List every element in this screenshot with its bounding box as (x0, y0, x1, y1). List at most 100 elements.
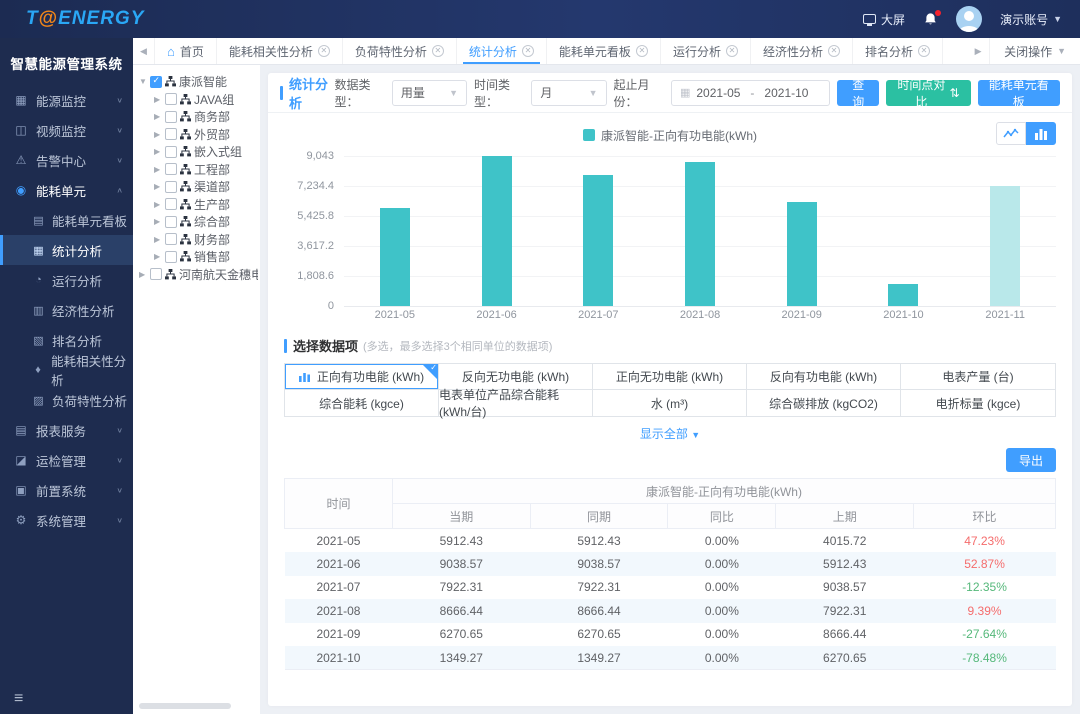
tab-经济性分析[interactable]: 经济性分析 ✕ (751, 38, 853, 64)
tree-checkbox[interactable] (165, 163, 177, 175)
tab-close-icon[interactable]: ✕ (522, 45, 534, 57)
tree-child-row[interactable]: ▶ 渠道部 (139, 178, 258, 196)
tab-close-icon[interactable]: ✕ (432, 45, 444, 57)
sidebar-item-statistics-analysis[interactable]: ▦统计分析 (0, 235, 133, 265)
tab-close-icon[interactable]: ✕ (918, 45, 930, 57)
chart-bar[interactable] (685, 162, 715, 306)
horizontal-scrollbar[interactable] (139, 703, 231, 709)
tab-能耗相关性分析[interactable]: 能耗相关性分析 ✕ (217, 38, 343, 64)
export-button[interactable]: 导出 (1006, 448, 1056, 472)
data-item-option[interactable]: 电表单位产品综合能耗 (kWh/台) (439, 390, 593, 416)
tree-expand-icon[interactable]: ▶ (154, 112, 162, 121)
data-item-option[interactable]: 正向有功电能 (kWh) (285, 364, 439, 390)
sidebar-item-load-characteristic[interactable]: ▨负荷特性分析 (0, 385, 133, 415)
tab-close-icon[interactable]: ✕ (828, 45, 840, 57)
tree-checkbox[interactable] (165, 181, 177, 193)
tree-expand-icon[interactable]: ▶ (154, 252, 162, 261)
tabs-scroll-right-button[interactable]: ▶ (967, 38, 989, 64)
tree-checkbox[interactable] (165, 111, 177, 123)
data-item-option[interactable]: 正向无功电能 (kWh) (593, 364, 747, 390)
tree-checkbox[interactable] (150, 76, 162, 88)
tree-checkbox[interactable] (165, 93, 177, 105)
tree-child-row[interactable]: ▶ 外贸部 (139, 126, 258, 144)
sidebar-item-system-management[interactable]: ⚙系统管理∨ (0, 505, 133, 535)
tab-统计分析[interactable]: 统计分析 ✕ (457, 38, 547, 64)
tree-child-row[interactable]: ▶ 生产部 (139, 196, 258, 214)
tree-root-row[interactable]: ▼ 康派智能 (139, 73, 258, 91)
data-type-select[interactable]: 用量 ▼ (392, 80, 467, 106)
tab-负荷特性分析[interactable]: 负荷特性分析 ✕ (343, 38, 457, 64)
tree-checkbox[interactable] (150, 268, 162, 280)
tree-expand-icon[interactable]: ▶ (154, 147, 162, 156)
chart-bar[interactable] (990, 186, 1020, 306)
chart-legend[interactable]: 康派智能-正向有功电能(kWh) (583, 127, 757, 144)
close-operations-menu[interactable]: 关闭操作 ▼ (989, 38, 1080, 64)
tab-close-icon[interactable]: ✕ (726, 45, 738, 57)
chart-bar[interactable] (787, 202, 817, 306)
tree-child-row[interactable]: ▶ 销售部 (139, 248, 258, 266)
tree-checkbox[interactable] (165, 216, 177, 228)
tree-checkbox[interactable] (165, 198, 177, 210)
sidebar-item-video-monitor[interactable]: ◫视频监控∨ (0, 115, 133, 145)
tree-child-row[interactable]: ▶ 综合部 (139, 213, 258, 231)
tree-child-row[interactable]: ▶ 嵌入式组 (139, 143, 258, 161)
tree-child-row[interactable]: ▶ 工程部 (139, 161, 258, 179)
tree-expand-icon[interactable]: ▼ (139, 77, 147, 86)
chart-bar[interactable] (583, 175, 613, 306)
tree-expand-icon[interactable]: ▶ (154, 217, 162, 226)
date-range-input[interactable]: ▦ 2021-05 - 2021-10 (671, 80, 830, 106)
sidebar-item-operation-analysis[interactable]: ◔运行分析 (0, 265, 133, 295)
sidebar-item-report-service[interactable]: ▤报表服务∨ (0, 415, 133, 445)
chart-bar[interactable] (380, 208, 410, 306)
sidebar-item-economy-analysis[interactable]: ▥经济性分析 (0, 295, 133, 325)
sidebar-item-energy-unit-kanban[interactable]: ▤能耗单元看板 (0, 205, 133, 235)
sidebar-item-energy-monitor[interactable]: ▦能源监控∨ (0, 85, 133, 115)
data-item-option[interactable]: 电折标量 (kgce) (901, 390, 1055, 416)
bar-chart-toggle[interactable] (1026, 122, 1056, 145)
sidebar-item-alarm-center[interactable]: ⚠告警中心∨ (0, 145, 133, 175)
tab-close-icon[interactable]: ✕ (636, 45, 648, 57)
tree-checkbox[interactable] (165, 233, 177, 245)
tree-child-row[interactable]: ▶ JAVA组 (139, 91, 258, 109)
tree-sibling-row[interactable]: ▶ 河南航天金穗电子有 (139, 266, 258, 284)
sidebar-collapse-button[interactable]: ≡ (0, 688, 133, 714)
tree-expand-icon[interactable]: ▶ (154, 235, 162, 244)
tree-child-row[interactable]: ▶ 财务部 (139, 231, 258, 249)
tree-checkbox[interactable] (165, 128, 177, 140)
line-chart-toggle[interactable] (996, 122, 1026, 145)
query-button[interactable]: 查询 (837, 80, 879, 106)
data-item-option[interactable]: 水 (m³) (593, 390, 747, 416)
tab-能耗单元看板[interactable]: 能耗单元看板 ✕ (547, 38, 661, 64)
tab-排名分析[interactable]: 排名分析 ✕ (853, 38, 943, 64)
tree-expand-icon[interactable]: ▶ (154, 200, 162, 209)
avatar[interactable] (956, 6, 982, 32)
tabs-scroll-left-button[interactable]: ◀ (133, 38, 155, 64)
tab-运行分析[interactable]: 运行分析 ✕ (661, 38, 751, 64)
sidebar-item-energy-unit[interactable]: ◉能耗单元∧ (0, 175, 133, 205)
notification-bell-button[interactable] (923, 12, 938, 27)
tab-home[interactable]: ⌂ 首页 (155, 38, 217, 64)
chart-bar[interactable] (482, 156, 512, 306)
tab-close-icon[interactable]: ✕ (318, 45, 330, 57)
chart-bar[interactable] (888, 284, 918, 306)
tree-checkbox[interactable] (165, 146, 177, 158)
data-item-option[interactable]: 反向有功电能 (kWh) (747, 364, 901, 390)
account-menu[interactable]: 演示账号 ▼ (1000, 11, 1062, 28)
show-all-link[interactable]: 显示全部 ▼ (284, 417, 1056, 444)
sidebar-item-inspection-management[interactable]: ◪运检管理∨ (0, 445, 133, 475)
energy-unit-kanban-button[interactable]: 能耗单元看板 (978, 80, 1061, 106)
data-item-option[interactable]: 综合能耗 (kgce) (285, 390, 439, 416)
big-screen-button[interactable]: 大屏 (863, 11, 905, 28)
sidebar-item-front-system[interactable]: ▣前置系统∨ (0, 475, 133, 505)
sidebar-item-correlation-analysis[interactable]: ♦能耗相关性分析 (0, 355, 133, 385)
time-type-select[interactable]: 月 ▼ (531, 80, 606, 106)
tree-checkbox[interactable] (165, 251, 177, 263)
tree-expand-icon[interactable]: ▶ (154, 95, 162, 104)
tree-expand-icon[interactable]: ▶ (154, 130, 162, 139)
tree-child-row[interactable]: ▶ 商务部 (139, 108, 258, 126)
time-compare-button[interactable]: 时间点对比⇅ (886, 80, 970, 106)
data-item-option[interactable]: 电表产量 (台) (901, 364, 1055, 390)
tree-expand-icon[interactable]: ▶ (139, 270, 147, 279)
data-item-option[interactable]: 综合碳排放 (kgCO2) (747, 390, 901, 416)
tree-expand-icon[interactable]: ▶ (154, 165, 162, 174)
